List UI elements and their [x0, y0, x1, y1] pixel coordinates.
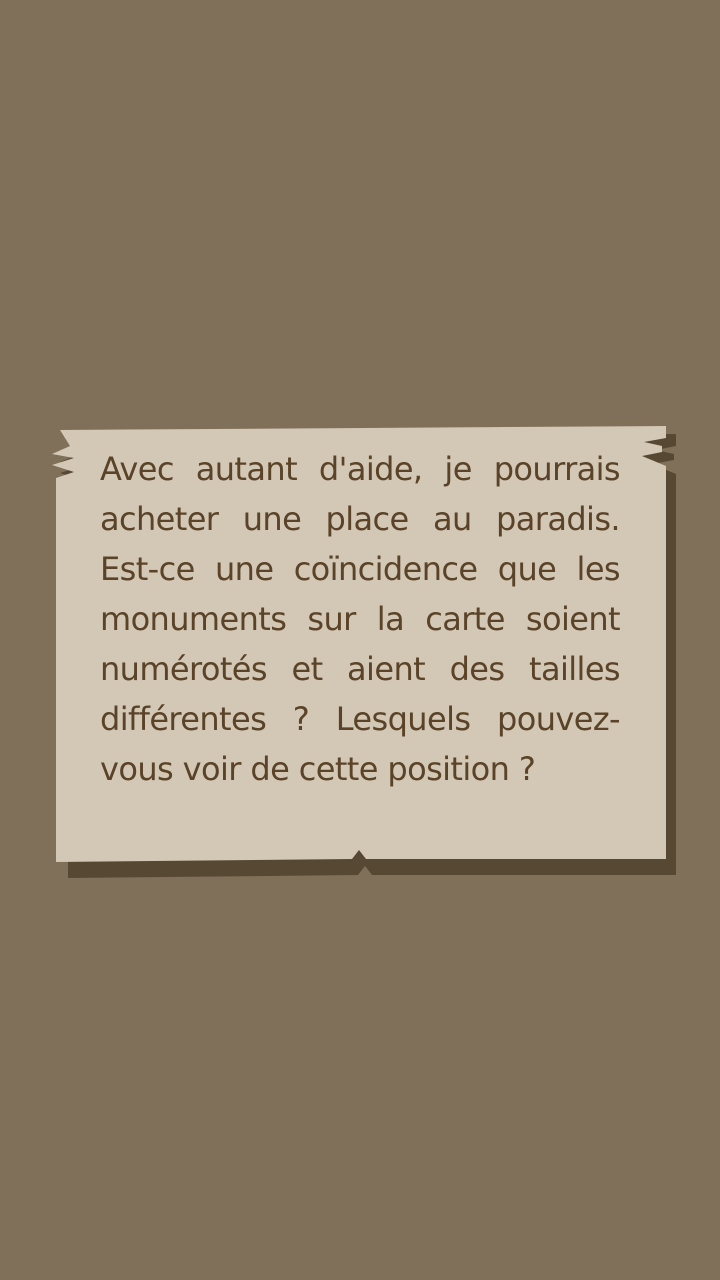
dialog-text: Avec autant d'aide, je pourrais acheter … [100, 450, 621, 788]
game-screen: Avec autant d'aide, je pourrais acheter … [0, 0, 720, 1280]
dialog-note[interactable]: Avec autant d'aide, je pourrais acheter … [46, 418, 676, 878]
